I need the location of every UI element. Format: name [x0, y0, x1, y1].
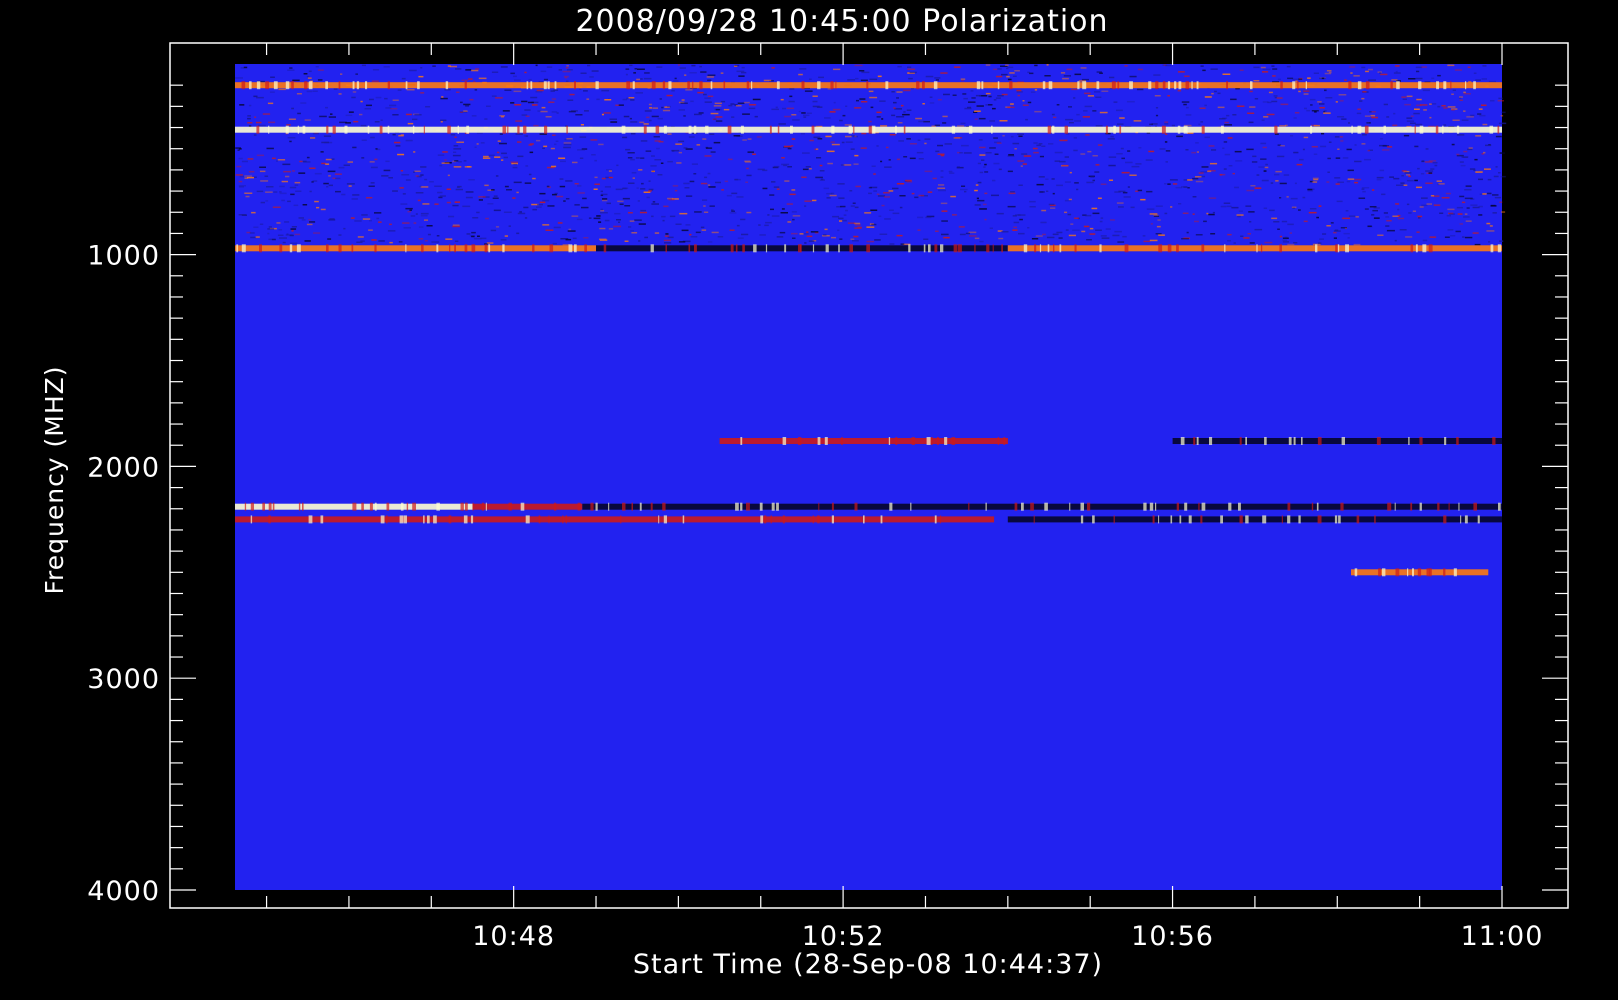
spectrogram-image: [235, 64, 1507, 890]
y-tick-label: 4000: [87, 876, 160, 907]
x-tick-label: 10:52: [802, 921, 885, 952]
emission-line-3: [235, 244, 596, 253]
x-tick-label: 10:48: [472, 921, 555, 952]
emission-line-5: [1007, 244, 1502, 253]
emission-line-11: [235, 515, 995, 524]
emission-line-1: [235, 81, 1502, 90]
emission-line-13: [1351, 568, 1489, 577]
emission-line-2: [235, 125, 1502, 134]
emission-line-6: [719, 437, 1008, 445]
emission-line-7: [1172, 437, 1502, 445]
emission-line-12: [1007, 515, 1502, 524]
y-axis-label: Frequency (MHZ): [40, 365, 69, 594]
y-tick-label: 1000: [87, 241, 160, 272]
x-tick-label: 11:00: [1461, 921, 1544, 952]
chart-title: 2008/09/28 10:45:00 Polarization: [575, 4, 1108, 39]
emission-line-9: [472, 502, 583, 511]
spectrogram-base: [235, 64, 1502, 890]
emission-line-8: [235, 502, 473, 511]
x-axis-label: Start Time (28-Sep-08 10:44:37): [633, 949, 1103, 980]
y-tick-label: 3000: [87, 664, 160, 695]
emission-line-10: [582, 502, 1502, 511]
y-tick-label: 2000: [87, 452, 160, 483]
spectrogram-chart: 2008/09/28 10:45:00 Polarization 10:48 10…: [0, 0, 1618, 1000]
x-tick-label: 10:56: [1131, 921, 1214, 952]
emission-line-4: [596, 244, 1008, 253]
